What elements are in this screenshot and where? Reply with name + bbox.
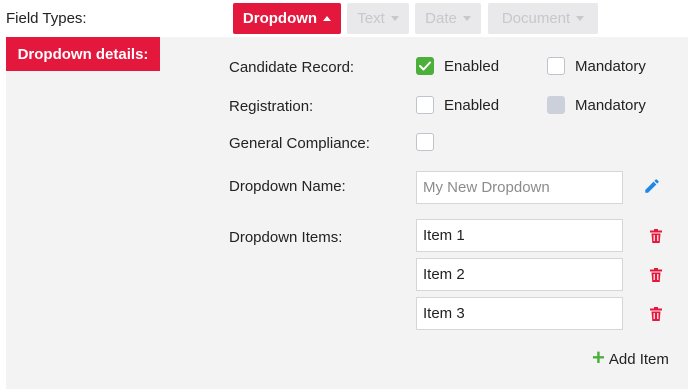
- dropdown-details-panel: [6, 37, 688, 389]
- trash-icon: [650, 229, 662, 243]
- tab-date-label: Date: [425, 10, 457, 27]
- tab-document[interactable]: Document: [488, 3, 598, 34]
- tab-dropdown[interactable]: Dropdown: [233, 3, 341, 34]
- registration-enabled-toggle[interactable]: Enabled: [416, 96, 499, 114]
- candidate-enabled-toggle[interactable]: Enabled: [416, 57, 499, 75]
- caret-down-icon: [390, 16, 399, 21]
- registration-mandatory-label: Mandatory: [575, 96, 646, 114]
- add-item-label: Add Item: [608, 351, 669, 368]
- tab-text[interactable]: Text: [347, 3, 409, 34]
- candidate-enabled-checkbox[interactable]: [416, 57, 434, 75]
- check-icon: [419, 61, 431, 71]
- plus-icon: +: [592, 344, 605, 370]
- delete-item-button[interactable]: [648, 227, 664, 245]
- tab-dropdown-label: Dropdown: [242, 10, 318, 27]
- candidate-mandatory-toggle[interactable]: Mandatory: [547, 57, 646, 75]
- registration-enabled-checkbox[interactable]: [416, 96, 434, 114]
- dropdown-item-input[interactable]: Item 2: [416, 258, 623, 291]
- candidate-mandatory-checkbox[interactable]: [547, 57, 565, 75]
- general-compliance-label: General Compliance:: [229, 135, 370, 152]
- tab-text-label: Text: [357, 10, 385, 27]
- pencil-icon: [645, 179, 659, 193]
- tab-document-label: Document: [501, 10, 571, 27]
- caret-down-icon: [462, 16, 471, 21]
- registration-mandatory-toggle[interactable]: Mandatory: [547, 96, 646, 114]
- add-item-button[interactable]: + Add Item: [592, 344, 669, 370]
- dropdown-item-input[interactable]: Item 3: [416, 297, 623, 330]
- dropdown-item-input[interactable]: Item 1: [416, 219, 623, 252]
- dropdown-items-label: Dropdown Items:: [229, 229, 343, 246]
- registration-mandatory-checkbox[interactable]: [547, 96, 565, 114]
- caret-down-icon: [576, 16, 585, 21]
- dropdown-name-label: Dropdown Name:: [229, 178, 346, 195]
- edit-pencil-icon[interactable]: [642, 176, 662, 196]
- trash-icon: [650, 268, 662, 282]
- candidate-mandatory-label: Mandatory: [575, 57, 646, 75]
- caret-up-icon: [323, 16, 332, 21]
- candidate-enabled-label: Enabled: [444, 57, 500, 75]
- candidate-record-label: Candidate Record:: [229, 59, 355, 76]
- tab-date[interactable]: Date: [415, 3, 481, 34]
- registration-enabled-label: Enabled: [444, 96, 500, 114]
- trash-icon: [650, 307, 662, 321]
- registration-label: Registration:: [229, 98, 314, 115]
- general-compliance-checkbox[interactable]: [416, 133, 434, 151]
- panel-title: Dropdown details:: [6, 37, 160, 71]
- field-types-label: Field Types:: [6, 10, 87, 27]
- dropdown-name-input[interactable]: My New Dropdown: [416, 171, 623, 204]
- delete-item-button[interactable]: [648, 266, 664, 284]
- delete-item-button[interactable]: [648, 305, 664, 323]
